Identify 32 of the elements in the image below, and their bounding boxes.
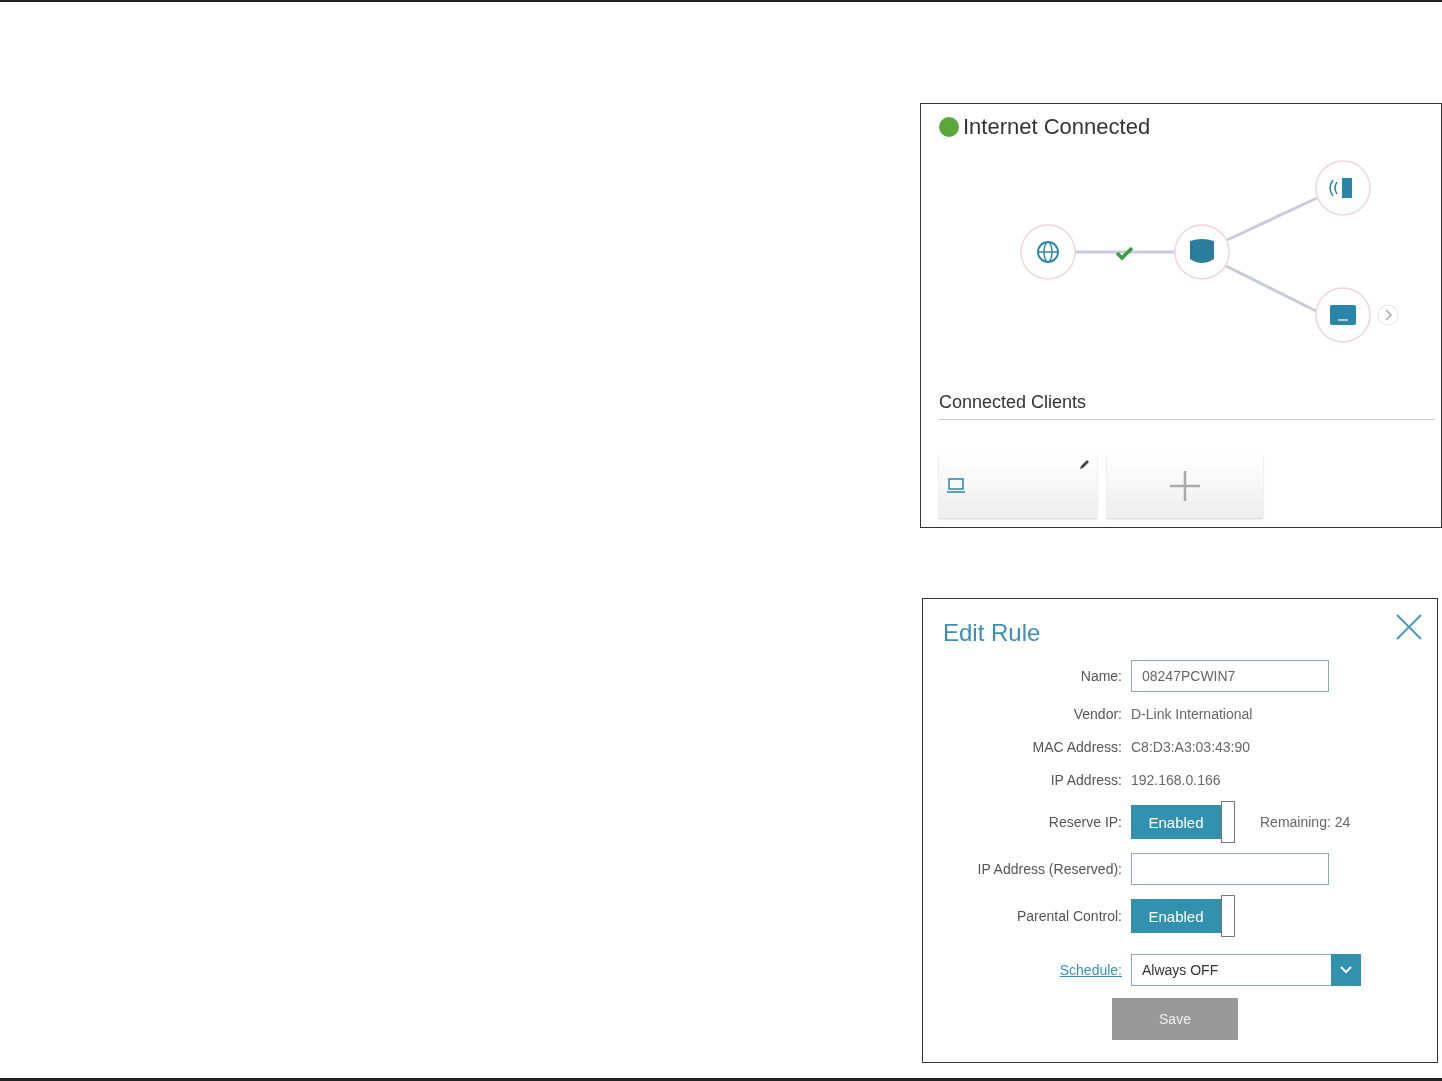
- plus-icon: [1169, 470, 1201, 502]
- remaining-count: Remaining: 24: [1260, 814, 1351, 830]
- field-label: Parental Control:: [1015, 908, 1122, 924]
- dialog-title: Edit Rule: [943, 619, 1041, 647]
- field-value: D-Link International: [1131, 705, 1253, 722]
- schedule-dropdown[interactable]: Always OFF: [1131, 954, 1361, 986]
- toggle-knob[interactable]: [1221, 895, 1235, 937]
- field-label: Vendor:: [1072, 705, 1122, 722]
- close-icon[interactable]: [1395, 613, 1423, 641]
- chevron-down-icon: [1340, 966, 1352, 974]
- field-value: C8:D3:A3:03:43:90: [1131, 738, 1251, 755]
- wireless-client-node-icon[interactable]: [1315, 160, 1371, 216]
- toggle-switch[interactable]: Enabled: [1131, 899, 1221, 933]
- field-value: 192.168.0.166: [1131, 771, 1221, 788]
- internet-node-icon[interactable]: [1020, 224, 1076, 280]
- text-field[interactable]: 08247PCWIN7: [1131, 660, 1329, 692]
- laptop-icon: [947, 478, 965, 494]
- field-label: Name:: [1079, 668, 1122, 684]
- field-label: MAC Address:: [1031, 738, 1122, 755]
- status-title: Internet Connected: [963, 114, 1151, 140]
- field-label: IP Address:: [1049, 771, 1122, 788]
- computer-client-node-icon[interactable]: [1315, 287, 1371, 343]
- schedule-link[interactable]: Schedule:: [943, 962, 1122, 978]
- text-field[interactable]: [1131, 853, 1329, 885]
- checkmark-icon: [1115, 246, 1134, 261]
- toggle-knob[interactable]: [1221, 801, 1235, 843]
- field-label: IP Address (Reserved):: [976, 861, 1122, 877]
- router-node-icon[interactable]: [1174, 224, 1230, 280]
- edit-icon[interactable]: [1079, 460, 1089, 470]
- toggle-switch[interactable]: Enabled: [1131, 805, 1221, 839]
- section-title: Connected Clients: [939, 392, 1088, 413]
- field-label: Reserve IP:: [1047, 814, 1122, 830]
